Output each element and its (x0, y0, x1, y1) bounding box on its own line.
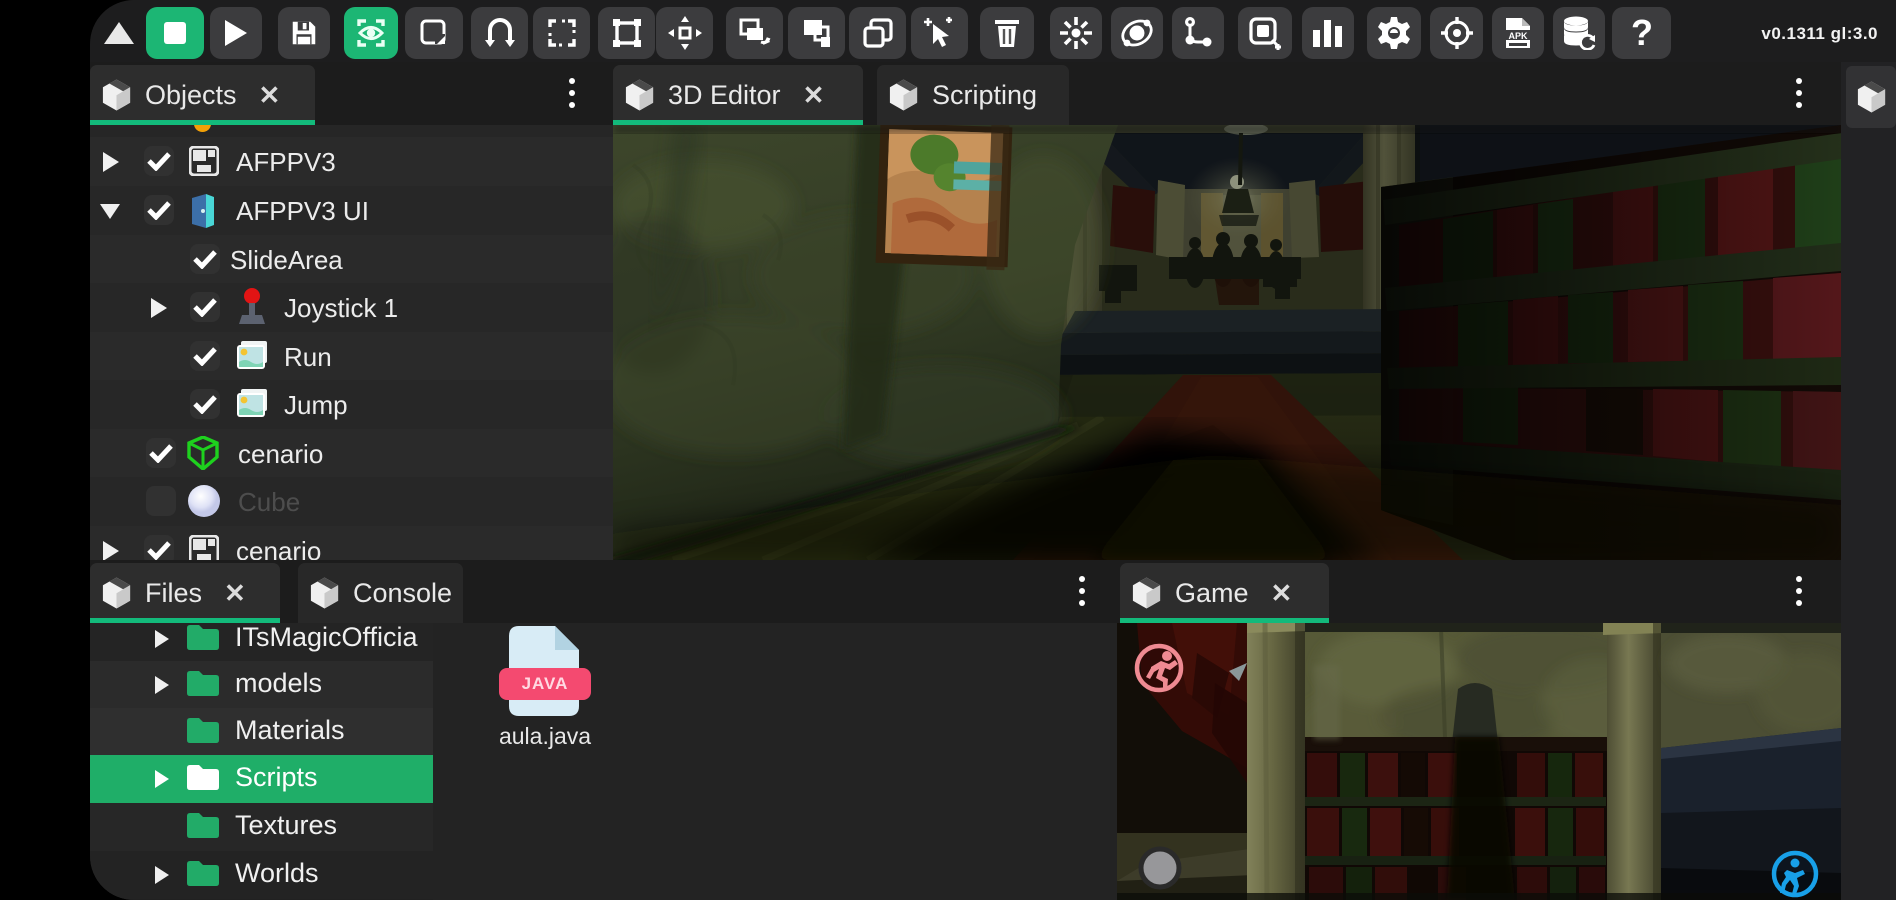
svg-text:?: ? (1631, 15, 1653, 51)
svg-text:APK: APK (1508, 31, 1528, 41)
